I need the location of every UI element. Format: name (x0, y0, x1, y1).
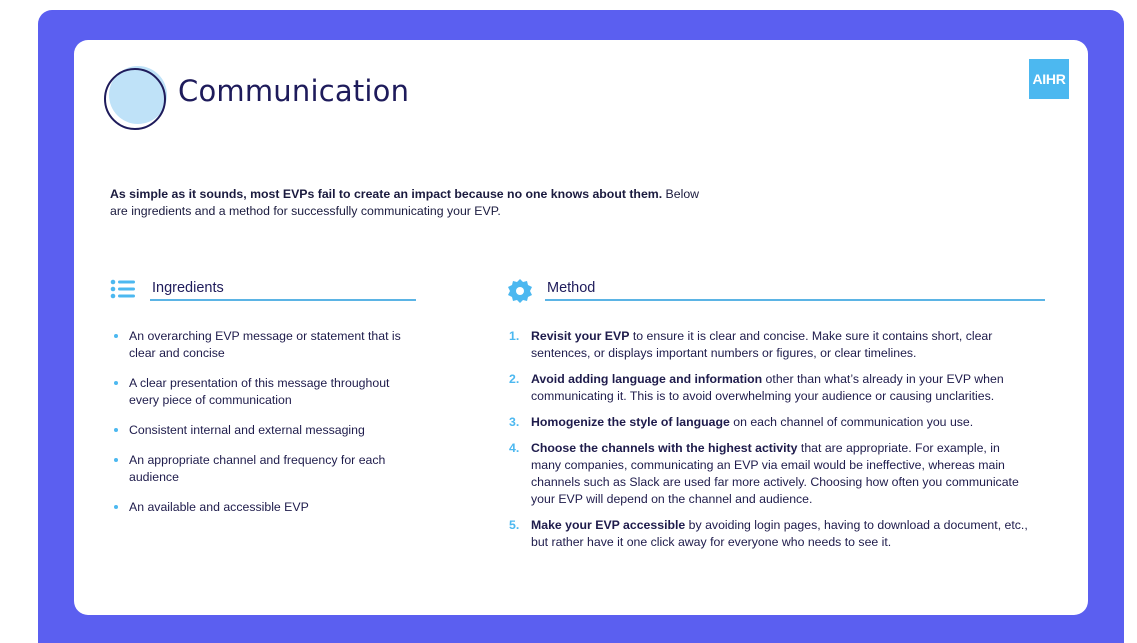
list-item: A clear presentation of this message thr… (112, 375, 412, 409)
method-header: Method (507, 278, 1045, 303)
bullet-icon (114, 458, 118, 462)
list-icon (110, 279, 135, 299)
method-step: 5. Make your EVP accessible by avoiding l… (509, 518, 1028, 549)
list-item: An appropriate channel and frequency for… (112, 452, 412, 486)
ingredients-heading: Ingredients (152, 280, 224, 296)
method-step: 3. Homogenize the style of language on ea… (509, 415, 974, 429)
bullet-icon (114, 381, 118, 385)
list-item: An overarching EVP message or statement … (112, 328, 412, 362)
bullet-icon (114, 428, 118, 432)
intro-bold: As simple as it sounds, most EVPs fail t… (110, 187, 663, 201)
ingredients-divider (150, 299, 416, 301)
list-item: Consistent internal and external messagi… (112, 422, 412, 439)
bullet-icon (114, 334, 118, 338)
aihr-logo: AIHR (1029, 59, 1069, 99)
method-step: 1. Revisit your EVP to ensure it is clear… (509, 329, 993, 360)
ingredients-header: Ingredients (110, 278, 416, 302)
ingredients-list: An overarching EVP message or statement … (112, 328, 412, 529)
method-list: 1. Revisit your EVP to ensure it is clear… (509, 328, 1029, 560)
list-item: An available and accessible EVP (112, 499, 412, 516)
method-heading: Method (547, 280, 596, 296)
bullet-icon (114, 505, 118, 509)
intro-paragraph: As simple as it sounds, most EVPs fail t… (110, 186, 710, 220)
gear-icon (508, 279, 532, 303)
method-divider (545, 299, 1045, 301)
circle-icon (104, 66, 167, 130)
method-step: 4. Choose the channels with the highest a… (509, 441, 1019, 506)
page-title: Communication (178, 74, 410, 108)
method-step: 2. Avoid adding language and information … (509, 372, 1004, 403)
